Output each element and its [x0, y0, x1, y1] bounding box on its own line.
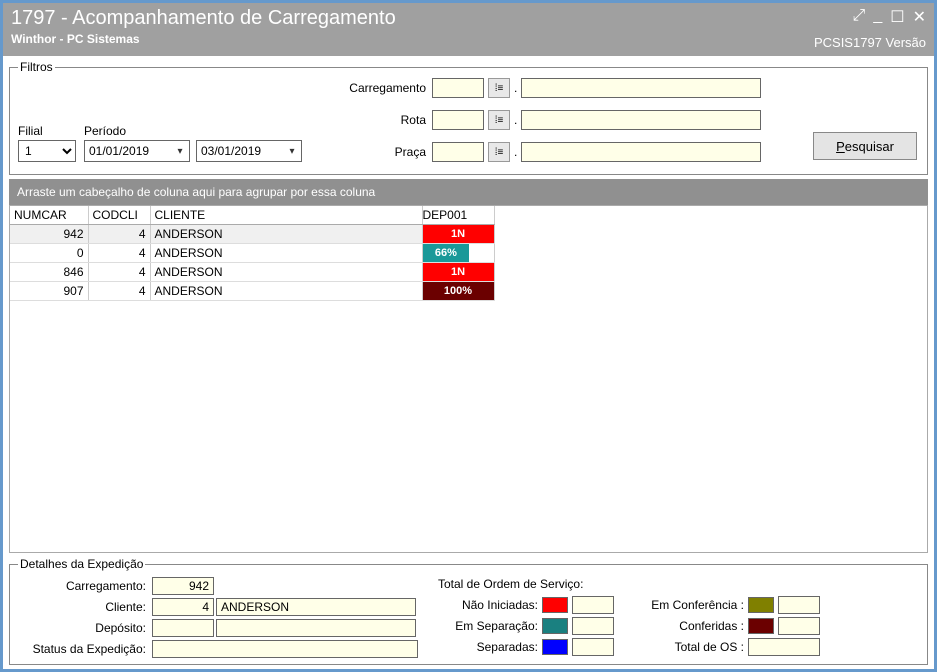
chevron-down-icon[interactable]: ▾: [171, 146, 189, 157]
grid[interactable]: NUMCAR CODCLI CLIENTE DEP001 9424ANDERSO…: [9, 205, 928, 553]
periodo-label: Período: [84, 124, 302, 138]
separadas-label: Separadas:: [438, 640, 538, 654]
det-status-label: Status da Expedição:: [18, 642, 146, 656]
filtros-legend: Filtros: [18, 60, 55, 74]
det-cliente-label: Cliente:: [18, 600, 146, 614]
chevron-down-icon[interactable]: ▾: [283, 146, 301, 157]
nao-iniciadas-label: Não Iniciadas:: [438, 598, 538, 612]
carregamento-code[interactable]: [432, 78, 484, 98]
em-separacao-value: [572, 617, 614, 635]
cell-cliente[interactable]: ANDERSON: [150, 244, 422, 263]
date-from-input[interactable]: [85, 143, 171, 159]
cell-numcar[interactable]: 942: [10, 225, 88, 244]
cell-codcli[interactable]: 4: [88, 263, 150, 282]
det-carregamento-value: 942: [152, 577, 214, 595]
col-header-cliente[interactable]: CLIENTE: [150, 206, 422, 225]
col-header-numcar[interactable]: NUMCAR: [10, 206, 88, 225]
det-status-value: [152, 640, 418, 658]
content: Filtros Filial 1 Período ▾: [3, 56, 934, 669]
col-header-dep[interactable]: DEP001: [422, 206, 494, 225]
det-deposito-code: [152, 619, 214, 637]
restore-icon[interactable]: ⤢: [853, 7, 866, 27]
titlebar: 1797 - Acompanhamento de Carregamento Wi…: [3, 3, 934, 56]
em-conferencia-value: [778, 596, 820, 614]
pesquisar-button[interactable]: Pesquisar: [813, 132, 917, 160]
window-title: 1797 - Acompanhamento de Carregamento: [11, 7, 396, 30]
window: 1797 - Acompanhamento de Carregamento Wi…: [0, 0, 937, 672]
cell-codcli[interactable]: 4: [88, 282, 150, 301]
rota-desc[interactable]: [521, 110, 761, 130]
separator: .: [514, 113, 517, 127]
col-header-codcli[interactable]: CODCLI: [88, 206, 150, 225]
cell-numcar[interactable]: 907: [10, 282, 88, 301]
cell-codcli[interactable]: 4: [88, 225, 150, 244]
group-by-bar[interactable]: Arraste um cabeçalho de coluna aqui para…: [9, 179, 928, 205]
swatch-nao-iniciadas: [542, 597, 568, 613]
rota-code[interactable]: [432, 110, 484, 130]
date-to-input[interactable]: [197, 143, 283, 159]
cell-dep[interactable]: 1N: [422, 225, 494, 244]
cell-dep[interactable]: 66%: [422, 244, 494, 263]
cell-dep[interactable]: 1N: [422, 263, 494, 282]
rota-lookup-button[interactable]: ⁞≡: [488, 110, 510, 130]
filtros-fieldset: Filtros Filial 1 Período ▾: [9, 60, 928, 175]
conferidas-value: [778, 617, 820, 635]
cell-numcar[interactable]: 846: [10, 263, 88, 282]
det-cliente-name: ANDERSON: [216, 598, 416, 616]
version-label: PCSIS1797 Versão: [814, 35, 926, 50]
praca-desc[interactable]: [521, 142, 761, 162]
det-cliente-code: 4: [152, 598, 214, 616]
date-from-box[interactable]: ▾: [84, 140, 190, 162]
det-deposito-name: [216, 619, 416, 637]
det-deposito-label: Depósito:: [18, 621, 146, 635]
separator: .: [514, 145, 517, 159]
swatch-em-separacao: [542, 618, 568, 634]
window-controls: ⤢ _ ☐ ✕: [853, 7, 926, 27]
separadas-value: [572, 638, 614, 656]
detalhes-legend: Detalhes da Expedição: [18, 557, 145, 571]
cell-cliente[interactable]: ANDERSON: [150, 282, 422, 301]
filial-select[interactable]: 1: [18, 140, 76, 162]
window-subtitle: Winthor - PC Sistemas: [11, 32, 396, 46]
swatch-separadas: [542, 639, 568, 655]
filial-label: Filial: [18, 124, 76, 138]
carregamento-label: Carregamento: [330, 81, 426, 95]
em-conferencia-label: Em Conferência :: [644, 598, 744, 612]
praca-code[interactable]: [432, 142, 484, 162]
swatch-em-conferencia: [748, 597, 774, 613]
detalhes-fieldset: Detalhes da Expedição Carregamento: 942 …: [9, 557, 928, 665]
date-to-box[interactable]: ▾: [196, 140, 302, 162]
cell-numcar[interactable]: 0: [10, 244, 88, 263]
table-row[interactable]: 8464ANDERSON1N: [10, 263, 494, 282]
total-os-title: Total de Ordem de Serviço:: [438, 577, 820, 591]
cell-cliente[interactable]: ANDERSON: [150, 263, 422, 282]
table-row[interactable]: 04ANDERSON66%: [10, 244, 494, 263]
carregamento-desc[interactable]: [521, 78, 761, 98]
cell-cliente[interactable]: ANDERSON: [150, 225, 422, 244]
det-carregamento-label: Carregamento:: [18, 579, 146, 593]
table-row[interactable]: 9424ANDERSON1N: [10, 225, 494, 244]
conferidas-label: Conferidas :: [644, 619, 744, 633]
carregamento-lookup-button[interactable]: ⁞≡: [488, 78, 510, 98]
praca-label: Praça: [330, 145, 426, 159]
separator: .: [514, 81, 517, 95]
close-icon[interactable]: ✕: [913, 7, 926, 27]
swatch-conferidas: [748, 618, 774, 634]
cell-codcli[interactable]: 4: [88, 244, 150, 263]
em-separacao-label: Em Separação:: [438, 619, 538, 633]
total-os-label: Total de OS :: [644, 640, 744, 654]
total-os-value: [748, 638, 820, 656]
rota-label: Rota: [330, 113, 426, 127]
cell-dep[interactable]: 100%: [422, 282, 494, 301]
nao-iniciadas-value: [572, 596, 614, 614]
minimize-icon[interactable]: _: [873, 7, 882, 27]
maximize-icon[interactable]: ☐: [890, 7, 904, 27]
praca-lookup-button[interactable]: ⁞≡: [488, 142, 510, 162]
table-row[interactable]: 9074ANDERSON100%: [10, 282, 494, 301]
